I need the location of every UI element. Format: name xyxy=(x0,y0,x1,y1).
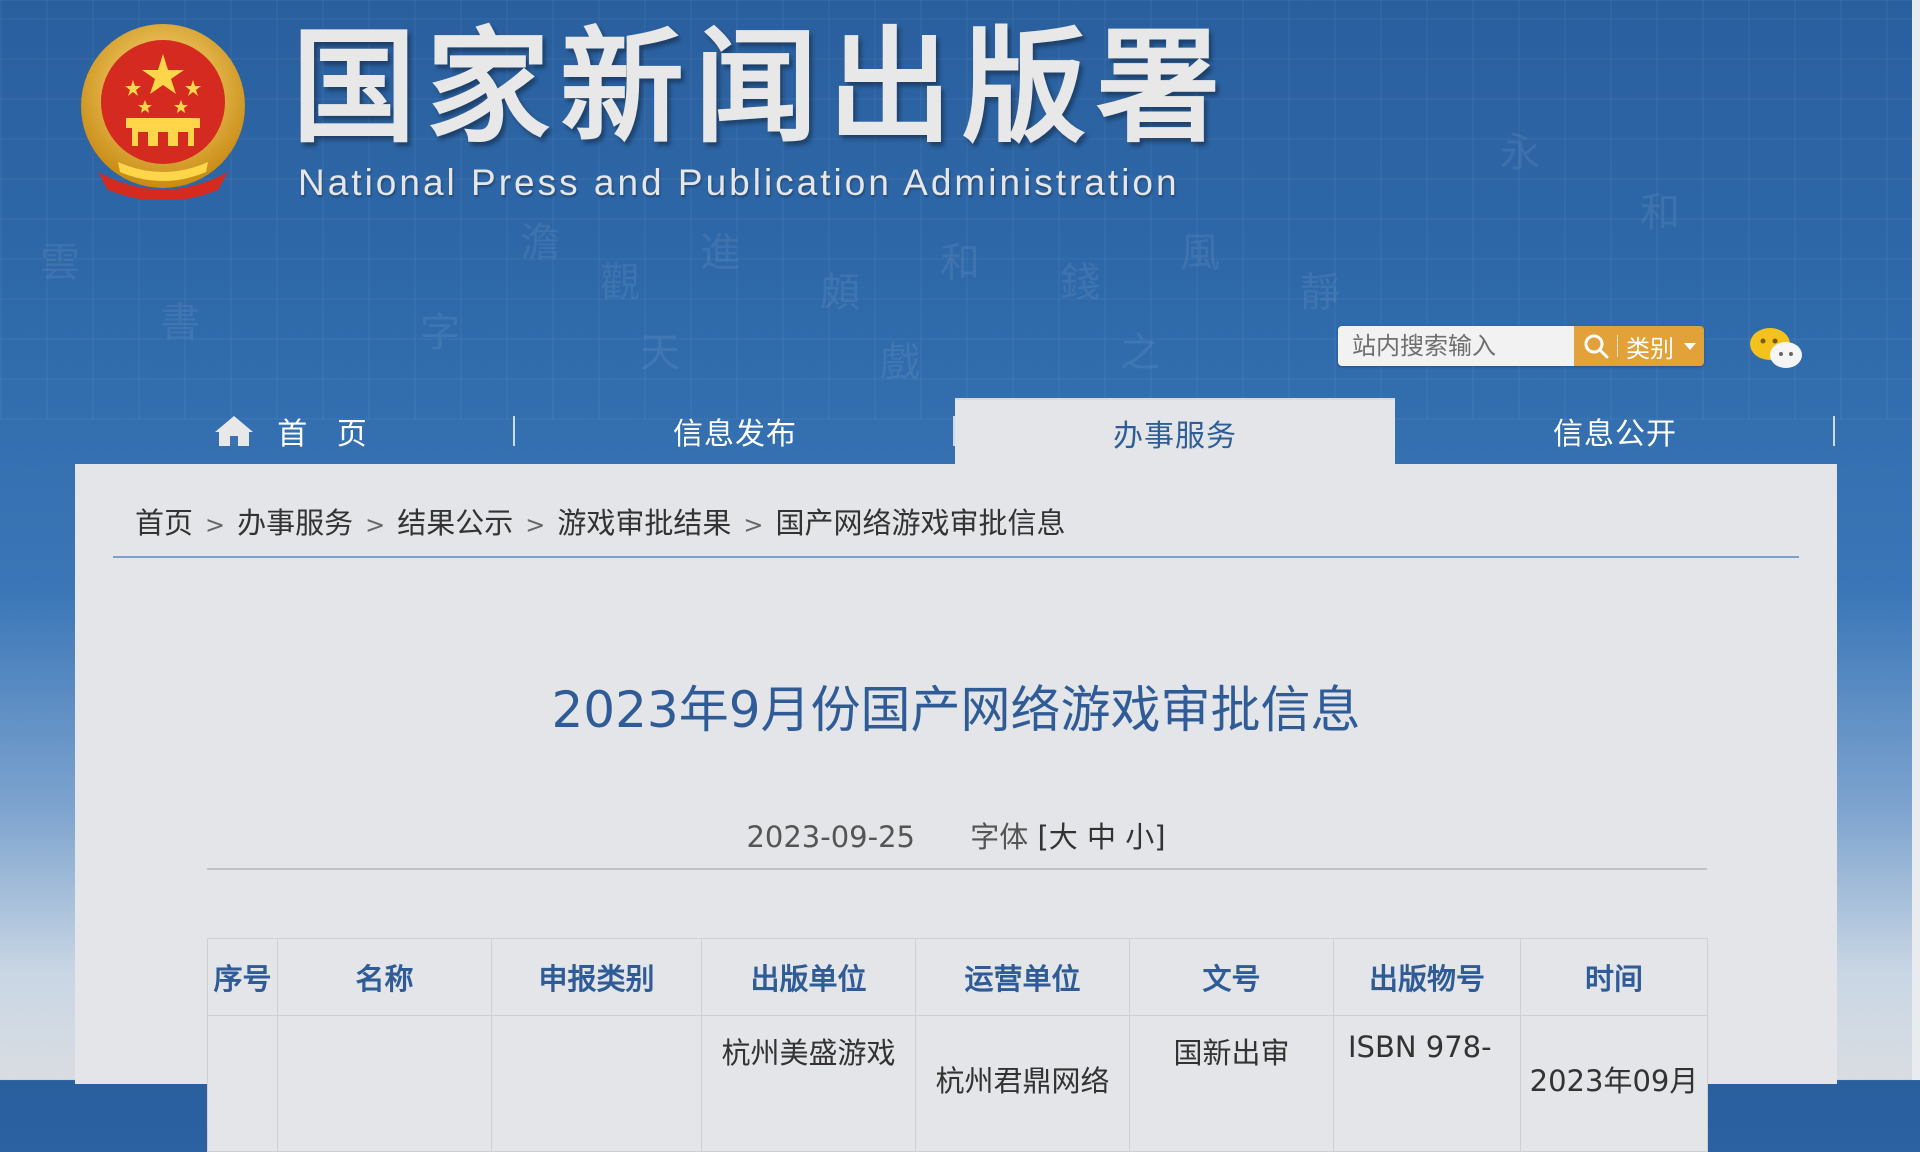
nav-info-disclosure-label: 信息公开 xyxy=(1553,417,1677,452)
national-emblem-icon xyxy=(81,24,245,200)
cell-index xyxy=(207,1015,278,1152)
search-button[interactable] xyxy=(1574,326,1618,366)
nav-services[interactable]: 办事服务 xyxy=(955,398,1395,466)
nav-services-label: 办事服务 xyxy=(1113,419,1237,454)
cell-publisher: 杭州美盛游戏 xyxy=(701,1015,916,1152)
site-title-chinese: 国家新闻出版署 xyxy=(292,16,1231,160)
font-size-label: 字体 xyxy=(970,820,1029,854)
cell-operator: 杭州君鼎网络 xyxy=(915,1015,1130,1152)
cell-doc-no: 国新出审 xyxy=(1129,1015,1334,1152)
breadcrumb-separator: > xyxy=(525,511,546,539)
search-input[interactable] xyxy=(1338,326,1574,366)
col-header-time: 时间 xyxy=(1520,938,1708,1016)
wechat-icon[interactable] xyxy=(1748,326,1804,372)
search-category-dropdown[interactable]: 类别 xyxy=(1618,326,1704,366)
col-header-category: 申报类别 xyxy=(491,938,702,1016)
nav-home-label: 首 页 xyxy=(277,417,377,452)
cell-name xyxy=(277,1015,492,1152)
cell-category xyxy=(491,1015,702,1152)
cell-isbn: ISBN 978- xyxy=(1333,1015,1521,1152)
col-header-operator: 运营单位 xyxy=(915,938,1130,1016)
article-meta: 2023-09-25 字体 [大 中 小] xyxy=(75,814,1837,856)
publish-date: 2023-09-25 xyxy=(746,820,915,854)
col-header-isbn: 出版物号 xyxy=(1333,938,1521,1016)
font-size-options[interactable]: [大 中 小] xyxy=(1037,820,1165,854)
window-right-edge xyxy=(1912,0,1920,1080)
main-navigation: 首 页 信息发布 办事服务 信息公开 xyxy=(75,398,1837,466)
breadcrumb-game-approval[interactable]: 游戏审批结果 xyxy=(557,506,731,540)
article-title: 2023年9月份国产网络游戏审批信息 xyxy=(551,681,1361,739)
nav-divider xyxy=(1833,416,1835,446)
col-header-name: 名称 xyxy=(277,938,492,1016)
breadcrumb-home[interactable]: 首页 xyxy=(135,506,193,540)
search-icon xyxy=(1584,334,1609,359)
breadcrumb-separator: > xyxy=(743,511,764,539)
nav-info-release-label: 信息发布 xyxy=(673,417,797,452)
table-row: 杭州美盛游戏 杭州君鼎网络 国新出审 ISBN 978- 2023年09月 xyxy=(207,1015,1708,1152)
breadcrumb-services[interactable]: 办事服务 xyxy=(237,506,353,540)
meta-divider xyxy=(207,868,1707,870)
breadcrumb-separator: > xyxy=(365,511,386,539)
caret-down-icon xyxy=(1684,342,1696,350)
breadcrumb-divider xyxy=(113,556,1799,558)
nav-home[interactable]: 首 页 xyxy=(75,398,515,464)
content-panel: 首页 > 办事服务 > 结果公示 > 游戏审批结果 > 国产网络游戏审批信息 2023年9月份国… xyxy=(75,464,1837,1152)
nav-info-disclosure[interactable]: 信息公开 xyxy=(1395,398,1835,464)
col-header-index: 序号 xyxy=(207,938,278,1016)
approval-table: 序号 名称 申报类别 出版单位 运营单位 文号 出版物号 时间 杭州美盛游戏 杭… xyxy=(207,938,1708,1152)
breadcrumb-separator: > xyxy=(205,511,226,539)
col-header-publisher: 出版单位 xyxy=(701,938,916,1016)
table-header-row: 序号 名称 申报类别 出版单位 运营单位 文号 出版物号 时间 xyxy=(207,938,1708,1016)
breadcrumb: 首页 > 办事服务 > 结果公示 > 游戏审批结果 > 国产网络游戏审批信息 xyxy=(135,500,1066,542)
breadcrumb-current[interactable]: 国产网络游戏审批信息 xyxy=(776,506,1066,540)
home-icon xyxy=(215,416,254,446)
search-category-label: 类别 xyxy=(1626,334,1674,363)
nav-info-release[interactable]: 信息发布 xyxy=(515,398,955,464)
breadcrumb-results[interactable]: 结果公示 xyxy=(397,506,513,540)
col-header-doc-no: 文号 xyxy=(1129,938,1334,1016)
site-search: 类别 xyxy=(1338,326,1704,366)
site-title-english: National Press and Publication Administr… xyxy=(298,162,1180,203)
cell-time: 2023年09月 xyxy=(1520,1015,1708,1152)
